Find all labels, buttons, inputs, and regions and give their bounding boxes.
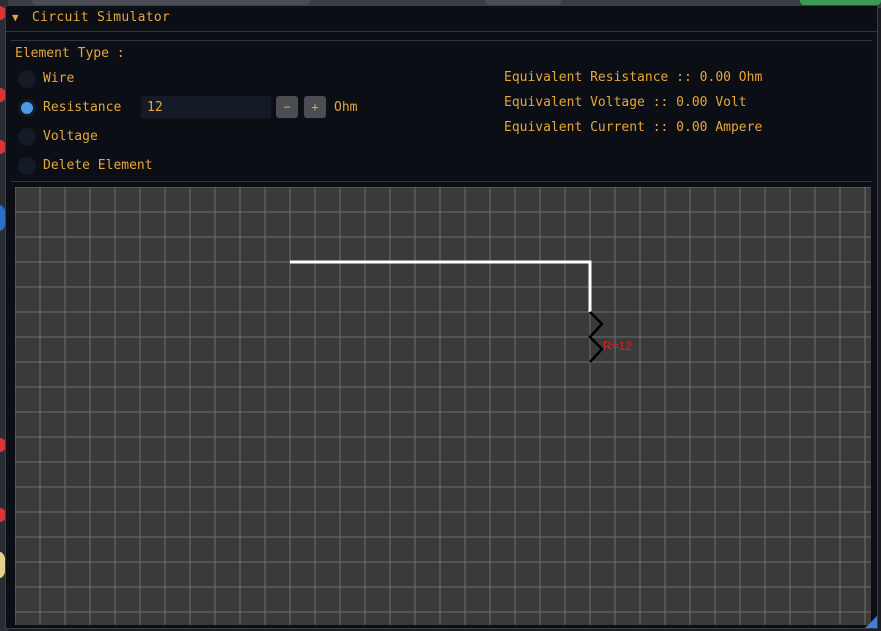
divider: [11, 40, 872, 41]
circuit-simulator-window: ▼ Circuit Simulator Element Type : Wire …: [5, 5, 878, 629]
increment-button[interactable]: +: [304, 96, 326, 118]
grid-background: [15, 187, 871, 625]
element-type-label: Element Type :: [15, 46, 125, 61]
circuit-grid[interactable]: R=12: [14, 186, 871, 625]
radio-voltage-label: Voltage: [43, 129, 98, 144]
equivalent-resistance-text: Equivalent Resistance :: 0.00 Ohm: [504, 70, 763, 85]
collapse-arrow-icon[interactable]: ▼: [12, 11, 19, 24]
equivalent-current-text: Equivalent Current :: 0.00 Ampere: [504, 120, 763, 135]
window-title: Circuit Simulator: [32, 10, 171, 25]
resistor-label: R=12: [603, 339, 632, 353]
radio-delete-element-label: Delete Element: [43, 158, 153, 173]
radio-wire[interactable]: [18, 70, 36, 88]
equivalent-voltage-text: Equivalent Voltage :: 0.00 Volt: [504, 95, 747, 110]
decrement-button[interactable]: −: [276, 96, 298, 118]
radio-wire-label: Wire: [43, 71, 75, 86]
window-titlebar[interactable]: ▼ Circuit Simulator: [6, 6, 877, 32]
radio-resistance-label: Resistance: [43, 100, 122, 115]
resistance-value-input[interactable]: [141, 96, 271, 118]
circuit-canvas[interactable]: R=12: [14, 186, 871, 625]
resistance-unit-label: Ohm: [334, 100, 358, 115]
resize-grip[interactable]: [865, 616, 877, 628]
radio-resistance[interactable]: [18, 99, 36, 117]
radio-voltage[interactable]: [18, 128, 36, 146]
radio-delete-element[interactable]: [18, 157, 36, 175]
divider: [11, 181, 872, 182]
